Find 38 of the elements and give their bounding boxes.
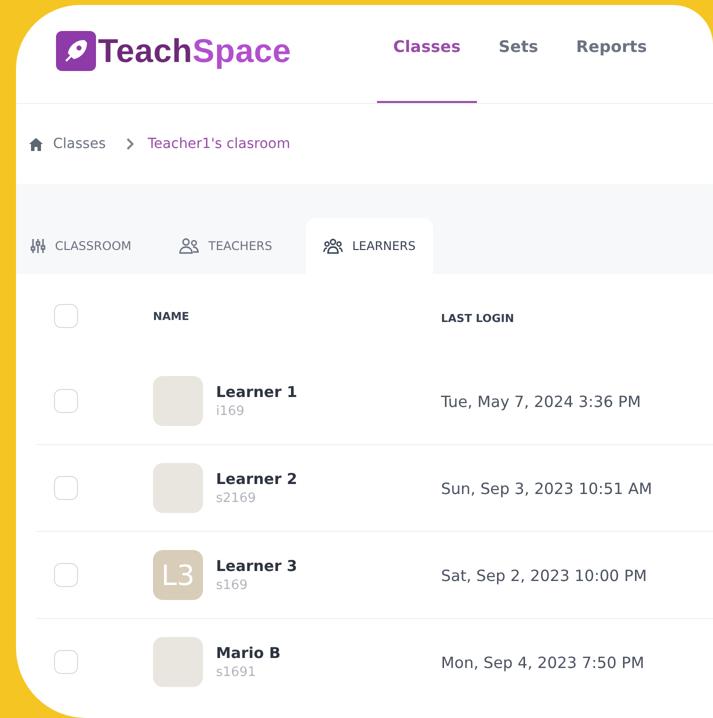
- learner-name: Learner 1: [216, 383, 298, 401]
- avatar-image: [153, 463, 203, 513]
- home-icon[interactable]: [29, 138, 43, 150]
- nav-tab[interactable]: Sets: [482, 5, 554, 103]
- avatar-image: [153, 637, 203, 687]
- username: s169: [216, 578, 249, 593]
- tab[interactable]: CLASSROOM: [16, 218, 154, 274]
- last-login-date: Sun, Sep 3, 2023 10:51 AM: [441, 480, 652, 498]
- learner-name: Learner 2: [216, 470, 298, 488]
- row-checkbox[interactable]: [54, 650, 78, 674]
- nav-tab[interactable]: Classes: [377, 5, 477, 103]
- row-checkbox[interactable]: [54, 476, 78, 500]
- sliders-icon: [30, 238, 46, 254]
- logo-text: TeachSpace: [98, 32, 292, 70]
- breadcrumb-link[interactable]: Classes: [53, 136, 106, 152]
- tab[interactable]: TEACHERS: [165, 218, 294, 274]
- last-login-date: Tue, May 7, 2024 3:36 PM: [441, 392, 641, 410]
- learner-name: Learner 3: [216, 557, 298, 575]
- users-icon: [179, 238, 200, 254]
- last-login-date: Mon, Sep 4, 2023 7:50 PM: [441, 654, 644, 672]
- row-checkbox[interactable]: [54, 389, 78, 413]
- tab[interactable]: LEARNERS: [306, 218, 433, 274]
- rocket-logo-icon: [56, 31, 96, 71]
- username: i169: [216, 404, 246, 419]
- breadcrumb-link[interactable]: Teacher1's clasroom: [148, 136, 290, 152]
- username: s2169: [216, 491, 257, 506]
- learner-name: Mario B: [216, 644, 281, 662]
- username: s1691: [216, 665, 257, 680]
- group-icon: [323, 238, 344, 254]
- row-checkbox[interactable]: [54, 563, 78, 587]
- last-login-date: Sat, Sep 2, 2023 10:00 PM: [441, 566, 647, 584]
- select-all-checkbox[interactable]: [54, 304, 78, 328]
- nav-tab[interactable]: Reports: [560, 5, 663, 103]
- avatar-image: [153, 376, 203, 426]
- column-header: LAST LOGIN: [441, 312, 514, 324]
- chevron-right-icon: [126, 138, 134, 150]
- column-header: NAME: [153, 310, 190, 322]
- avatar-initials: L3: [153, 550, 203, 600]
